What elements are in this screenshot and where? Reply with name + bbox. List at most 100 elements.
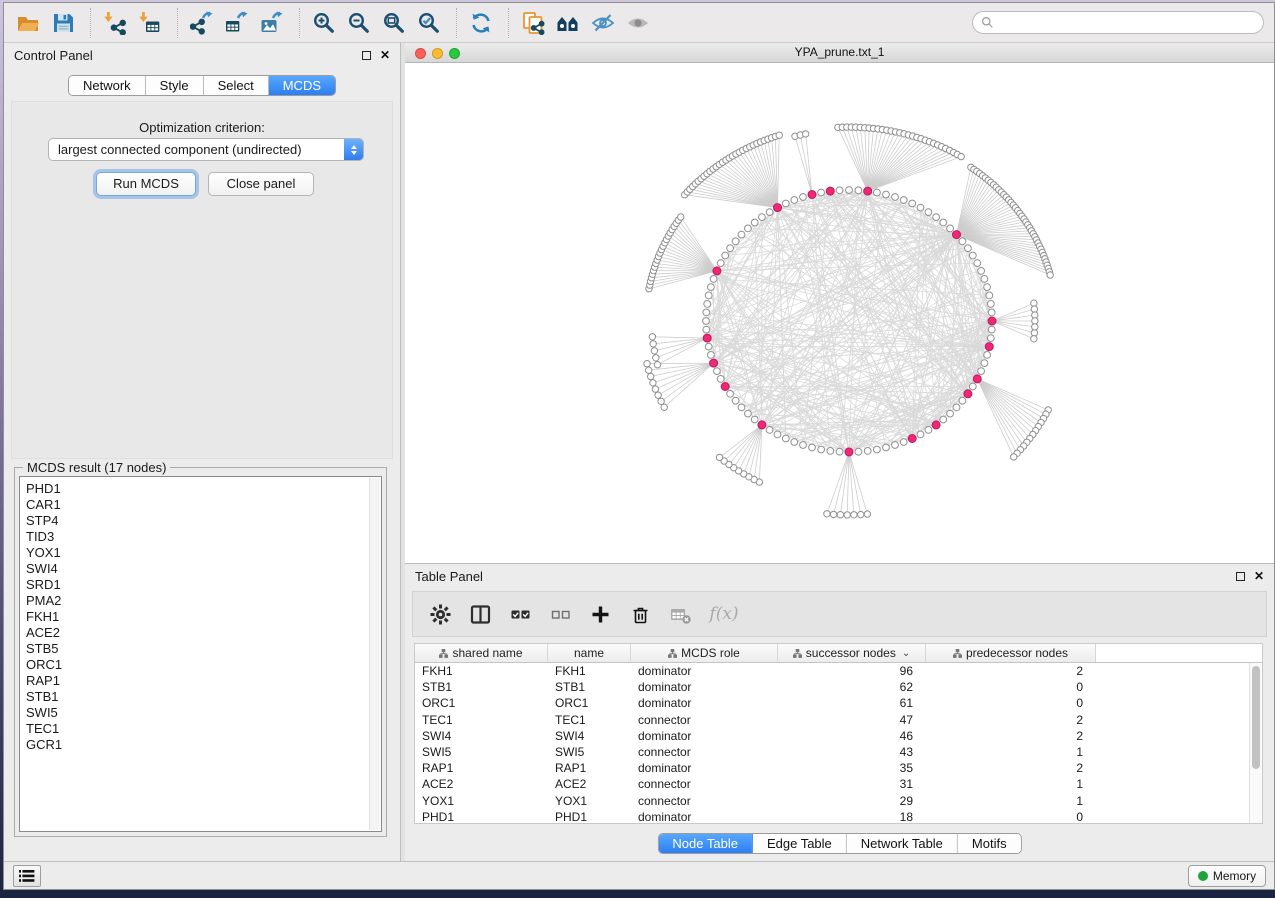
mcds-node[interactable]	[774, 204, 782, 212]
task-history-button[interactable]	[13, 865, 41, 887]
network-node[interactable]	[717, 376, 724, 383]
network-node[interactable]	[844, 512, 850, 518]
network-node[interactable]	[745, 225, 752, 232]
mcds-result-item[interactable]: STB1	[26, 689, 381, 705]
tab-style[interactable]: Style	[146, 76, 204, 95]
network-node[interactable]	[703, 326, 710, 333]
mcds-result-item[interactable]: STP4	[26, 513, 381, 529]
network-node[interactable]	[714, 368, 721, 375]
network-node[interactable]	[774, 431, 781, 438]
network-node[interactable]	[988, 309, 995, 316]
network-node[interactable]	[738, 404, 745, 411]
network-node[interactable]	[836, 187, 843, 194]
network-node[interactable]	[917, 431, 924, 438]
network-node[interactable]	[818, 189, 825, 196]
mcds-node[interactable]	[845, 448, 853, 456]
network-node[interactable]	[947, 410, 954, 417]
save-session-button[interactable]	[47, 7, 79, 39]
network-node[interactable]	[953, 404, 960, 411]
network-node[interactable]	[716, 454, 722, 460]
delete-table-button[interactable]	[667, 601, 693, 627]
table-row[interactable]: ORC1ORC1dominator610	[415, 695, 1262, 711]
network-node[interactable]	[658, 398, 664, 404]
tab-network-table[interactable]: Network Table	[847, 834, 958, 853]
network-window-titlebar[interactable]: YPA_prune.txt_1	[405, 43, 1274, 63]
delete-column-button[interactable]	[627, 601, 653, 627]
mcds-node[interactable]	[988, 317, 996, 325]
network-node[interactable]	[981, 276, 988, 283]
network-node[interactable]	[653, 355, 659, 361]
import-table-button[interactable]	[134, 7, 166, 39]
mcds-result-item[interactable]: YOX1	[26, 545, 381, 561]
hide-selected-button[interactable]	[587, 7, 619, 39]
network-node[interactable]	[864, 448, 871, 455]
table-row[interactable]: SWI4SWI4dominator462	[415, 728, 1262, 744]
network-node[interactable]	[855, 448, 862, 455]
close-panel-button[interactable]: Close panel	[208, 172, 314, 196]
mcds-node[interactable]	[826, 187, 834, 195]
network-node[interactable]	[751, 416, 758, 423]
network-node[interactable]	[883, 444, 890, 451]
mcds-result-item[interactable]: PMA2	[26, 593, 381, 609]
mcds-result-item[interactable]: TID3	[26, 529, 381, 545]
network-node[interactable]	[917, 204, 924, 211]
export-image-button[interactable]	[256, 7, 288, 39]
mcds-result-item[interactable]: ORC1	[26, 657, 381, 673]
table-row[interactable]: FKH1FKH1dominator962	[415, 663, 1262, 679]
network-node[interactable]	[800, 442, 807, 449]
network-node[interactable]	[644, 361, 650, 367]
network-node[interactable]	[704, 301, 711, 308]
network-node[interactable]	[1031, 336, 1037, 342]
mcds-node[interactable]	[985, 343, 993, 351]
network-node[interactable]	[978, 268, 985, 275]
network-node[interactable]	[732, 238, 739, 245]
network-node[interactable]	[708, 284, 715, 291]
network-node[interactable]	[837, 512, 843, 518]
network-node[interactable]	[652, 386, 658, 392]
network-node[interactable]	[830, 511, 836, 517]
network-node[interactable]	[791, 439, 798, 446]
network-node[interactable]	[965, 245, 972, 252]
network-node[interactable]	[969, 252, 976, 259]
network-node[interactable]	[745, 410, 752, 417]
network-node[interactable]	[836, 448, 843, 455]
table-row[interactable]: STB1STB1dominator620	[415, 679, 1262, 695]
network-node[interactable]	[892, 194, 899, 201]
network-node[interactable]	[988, 326, 995, 333]
close-window-traffic-light[interactable]	[415, 48, 426, 59]
deselect-all-button[interactable]	[547, 601, 573, 627]
network-node[interactable]	[703, 309, 710, 316]
mcds-result-item[interactable]: FKH1	[26, 609, 381, 625]
network-node[interactable]	[933, 214, 940, 221]
network-node[interactable]	[818, 446, 825, 453]
new-network-from-selection-button[interactable]	[517, 7, 549, 39]
mcds-result-item[interactable]: CAR1	[26, 497, 381, 513]
table-row[interactable]: RAP1RAP1dominator352	[415, 760, 1262, 776]
network-node[interactable]	[766, 427, 773, 434]
network-node[interactable]	[776, 132, 782, 138]
network-node[interactable]	[722, 252, 729, 259]
network-node[interactable]	[940, 219, 947, 226]
network-node[interactable]	[984, 284, 991, 291]
mcds-result-item[interactable]: PHD1	[26, 481, 381, 497]
network-node[interactable]	[846, 187, 853, 194]
network-node[interactable]	[824, 511, 830, 517]
network-node[interactable]	[751, 219, 758, 226]
network-node[interactable]	[858, 511, 864, 517]
mcds-node[interactable]	[758, 421, 766, 429]
function-builder-button[interactable]: f(x)	[707, 601, 741, 627]
table-row[interactable]: YOX1YOX1connector291	[415, 793, 1262, 809]
network-node[interactable]	[782, 200, 789, 207]
mcds-node[interactable]	[721, 383, 729, 391]
search-input[interactable]	[994, 15, 1263, 30]
network-node[interactable]	[802, 131, 808, 137]
network-node[interactable]	[766, 209, 773, 216]
export-network-button[interactable]	[186, 7, 218, 39]
mcds-node[interactable]	[908, 435, 916, 443]
table-scrollbar[interactable]	[1249, 663, 1262, 823]
run-mcds-button[interactable]: Run MCDS	[96, 172, 196, 196]
zoom-fit-button[interactable]	[378, 7, 410, 39]
network-node[interactable]	[703, 318, 710, 325]
network-node[interactable]	[1032, 324, 1038, 330]
network-node[interactable]	[727, 245, 734, 252]
